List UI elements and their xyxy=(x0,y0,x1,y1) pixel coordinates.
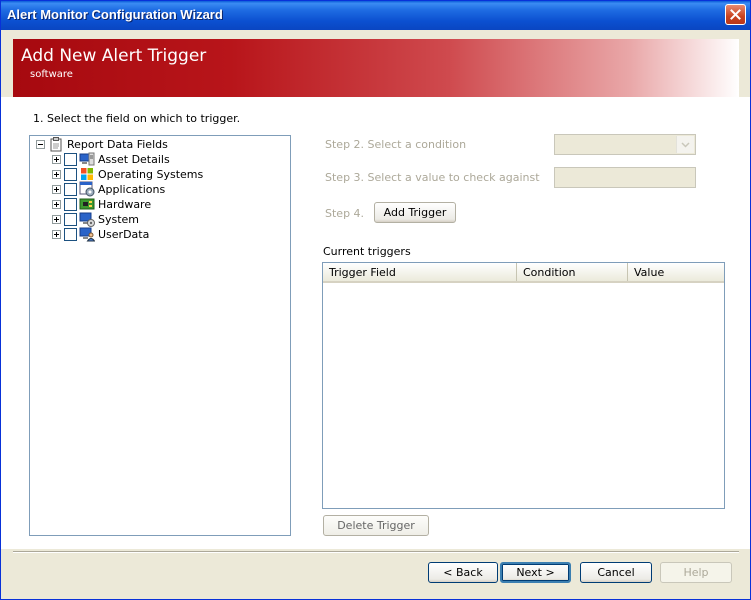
tree-item-userdata[interactable]: UserData xyxy=(52,226,149,242)
tree-item-operating-systems[interactable]: Operating Systems xyxy=(52,166,203,182)
expand-toggle[interactable] xyxy=(52,229,61,239)
expand-toggle[interactable] xyxy=(52,184,61,194)
expand-toggle[interactable] xyxy=(52,199,61,209)
tree-item-checkbox[interactable] xyxy=(64,152,77,166)
tree-item-asset-details[interactable]: Asset Details xyxy=(52,151,170,167)
help-button[interactable]: Help xyxy=(660,562,732,583)
tree-root-row[interactable]: Report Data Fields xyxy=(36,136,168,152)
column-header-value[interactable]: Value xyxy=(628,263,724,281)
add-trigger-button[interactable]: Add Trigger xyxy=(374,202,456,223)
condition-select[interactable] xyxy=(554,134,696,155)
chevron-down-icon xyxy=(681,141,690,148)
title-bar[interactable]: Alert Monitor Configuration Wizard xyxy=(1,1,750,30)
clipboard-icon xyxy=(48,136,64,152)
tree-item-label: UserData xyxy=(98,227,150,241)
tree-item-label: Hardware xyxy=(98,197,152,211)
column-header-condition[interactable]: Condition xyxy=(517,263,628,281)
wizard-window: Alert Monitor Configuration Wizard Add N… xyxy=(0,0,751,600)
back-button[interactable]: < Back xyxy=(428,562,498,583)
tree-item-checkbox[interactable] xyxy=(64,167,77,181)
check-value-input[interactable] xyxy=(554,167,696,188)
close-icon xyxy=(730,9,741,20)
tree-item-system[interactable]: System xyxy=(52,211,139,227)
step1-label: 1. Select the field on which to trigger. xyxy=(33,112,241,125)
dropdown-button[interactable] xyxy=(676,136,694,153)
tree-item-label: Asset Details xyxy=(98,152,170,166)
userdata-icon xyxy=(79,226,95,242)
expand-toggle[interactable] xyxy=(52,214,61,224)
close-button[interactable] xyxy=(725,4,746,25)
step3-label: Step 3. Select a value to check against xyxy=(325,171,540,184)
asset-details-icon xyxy=(79,151,95,167)
tree-item-checkbox[interactable] xyxy=(64,227,77,241)
window-title: Alert Monitor Configuration Wizard xyxy=(7,7,223,22)
page-title: Add New Alert Trigger xyxy=(21,46,207,66)
tree-item-hardware[interactable]: Hardware xyxy=(52,196,151,212)
hardware-icon xyxy=(79,196,95,212)
wizard-content: 1. Select the field on which to trigger.… xyxy=(1,97,750,549)
footer-divider xyxy=(13,551,739,553)
tree-item-checkbox[interactable] xyxy=(64,182,77,196)
step4-label: Step 4. xyxy=(325,207,365,220)
tree-item-label: System xyxy=(98,212,140,226)
tree-item-label: Applications xyxy=(98,182,166,196)
report-fields-tree[interactable]: Report Data Fields Asset Details Operati… xyxy=(29,135,291,536)
tree-item-applications[interactable]: Applications xyxy=(52,181,165,197)
system-icon xyxy=(79,211,95,227)
tree-item-label: Operating Systems xyxy=(98,167,204,181)
step2-label: Step 2. Select a condition xyxy=(325,138,467,151)
windows-logo-icon xyxy=(79,166,95,182)
tree-item-checkbox[interactable] xyxy=(64,197,77,211)
page-subtitle: software xyxy=(30,69,73,80)
expand-toggle[interactable] xyxy=(52,154,61,164)
delete-trigger-button[interactable]: Delete Trigger xyxy=(323,515,429,536)
cancel-button[interactable]: Cancel xyxy=(580,562,652,583)
expand-toggle[interactable] xyxy=(52,169,61,179)
tree-root-label: Report Data Fields xyxy=(67,137,168,151)
current-triggers-label: Current triggers xyxy=(323,245,411,258)
triggers-table-header: Trigger Field Condition Value xyxy=(323,263,724,283)
column-header-trigger-field[interactable]: Trigger Field xyxy=(323,263,517,281)
next-button[interactable]: Next > xyxy=(500,562,571,583)
collapse-toggle[interactable] xyxy=(36,139,45,149)
applications-icon xyxy=(79,181,95,197)
wizard-header-banner: Add New Alert Trigger software xyxy=(13,39,739,97)
tree-item-checkbox[interactable] xyxy=(64,212,77,226)
triggers-table[interactable]: Trigger Field Condition Value xyxy=(322,262,725,509)
